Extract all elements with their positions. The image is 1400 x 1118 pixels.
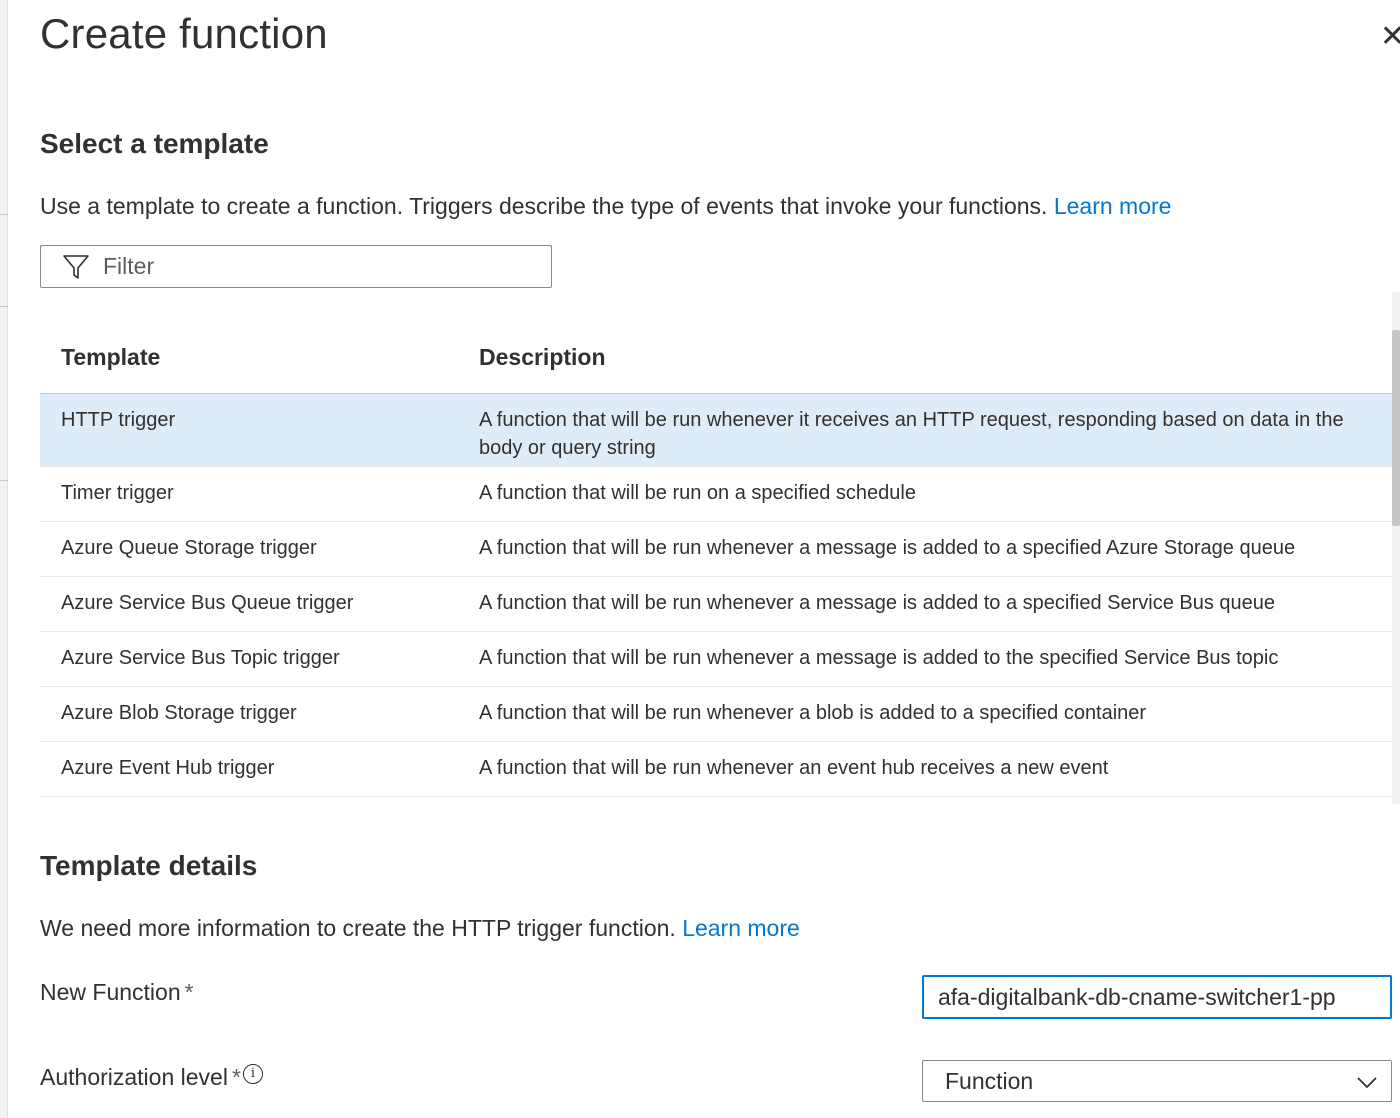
select-template-heading: Select a template	[40, 128, 269, 159]
template-description: A function that will be run whenever a m…	[479, 647, 1279, 669]
edge-divider	[0, 306, 8, 307]
column-header-description: Description	[479, 344, 606, 370]
page-title: Create function	[40, 10, 328, 57]
template-description: A function that will be run whenever it …	[479, 409, 1344, 459]
learn-more-link[interactable]: Learn more	[1054, 193, 1172, 219]
template-description: A function that will be run whenever a b…	[479, 702, 1147, 724]
column-header-template: Template	[61, 344, 161, 370]
details-learn-more-link[interactable]: Learn more	[682, 915, 800, 941]
close-button[interactable]: ✕	[1380, 20, 1400, 54]
left-edge-strip	[0, 0, 8, 1118]
required-marker: *	[231, 1064, 241, 1090]
chevron-down-icon	[1355, 1071, 1379, 1091]
filter-input[interactable]	[103, 253, 503, 280]
required-marker: *	[184, 979, 194, 1005]
edge-divider	[0, 214, 8, 215]
table-row[interactable]: HTTP trigger A function that will be run…	[40, 394, 1392, 467]
edge-divider	[0, 480, 8, 481]
authorization-level-dropdown[interactable]: Function	[922, 1060, 1392, 1102]
authorization-level-label: Authorization level * i	[40, 1064, 263, 1091]
table-header: Template Description	[40, 322, 1392, 394]
table-row[interactable]: Azure Event Hub trigger A function that …	[40, 742, 1392, 797]
template-name: Azure Service Bus Topic trigger	[61, 647, 340, 669]
template-description: A function that will be run whenever a m…	[479, 537, 1296, 559]
scrollbar-thumb[interactable]	[1392, 330, 1400, 526]
select-template-description: Use a template to create a function. Tri…	[40, 193, 1171, 220]
authorization-level-value: Function	[945, 1067, 1034, 1094]
template-description: A function that will be run whenever a m…	[479, 592, 1276, 614]
template-name: Azure Queue Storage trigger	[61, 537, 317, 559]
template-table: Template Description HTTP trigger A func…	[40, 322, 1392, 797]
template-description: A function that will be run on a specifi…	[479, 482, 916, 504]
table-row[interactable]: Timer trigger A function that will be ru…	[40, 467, 1392, 522]
new-function-label-text: New Function	[40, 979, 181, 1005]
table-row[interactable]: Azure Service Bus Queue trigger A functi…	[40, 577, 1392, 632]
table-row[interactable]: Azure Queue Storage trigger A function t…	[40, 522, 1392, 577]
template-name: Timer trigger	[61, 482, 174, 504]
template-name: Azure Event Hub trigger	[61, 757, 275, 779]
new-function-label: New Function *	[40, 979, 194, 1006]
filter-icon	[61, 252, 91, 282]
new-function-input[interactable]	[922, 975, 1392, 1019]
template-name: Azure Blob Storage trigger	[61, 702, 297, 724]
description-text: Use a template to create a function. Tri…	[40, 193, 1048, 219]
authorization-level-label-text: Authorization level	[40, 1064, 228, 1090]
template-details-description: We need more information to create the H…	[40, 915, 800, 942]
template-name: Azure Service Bus Queue trigger	[61, 592, 354, 614]
close-icon[interactable]: ✕	[1380, 20, 1400, 53]
table-row[interactable]: Azure Blob Storage trigger A function th…	[40, 687, 1392, 742]
filter-box[interactable]	[40, 245, 552, 288]
table-row[interactable]: Azure Service Bus Topic trigger A functi…	[40, 632, 1392, 687]
template-description: A function that will be run whenever an …	[479, 757, 1109, 779]
template-details-heading: Template details	[40, 850, 258, 881]
template-name: HTTP trigger	[61, 409, 176, 431]
details-text: We need more information to create the H…	[40, 915, 676, 941]
info-icon[interactable]: i	[242, 1064, 263, 1084]
